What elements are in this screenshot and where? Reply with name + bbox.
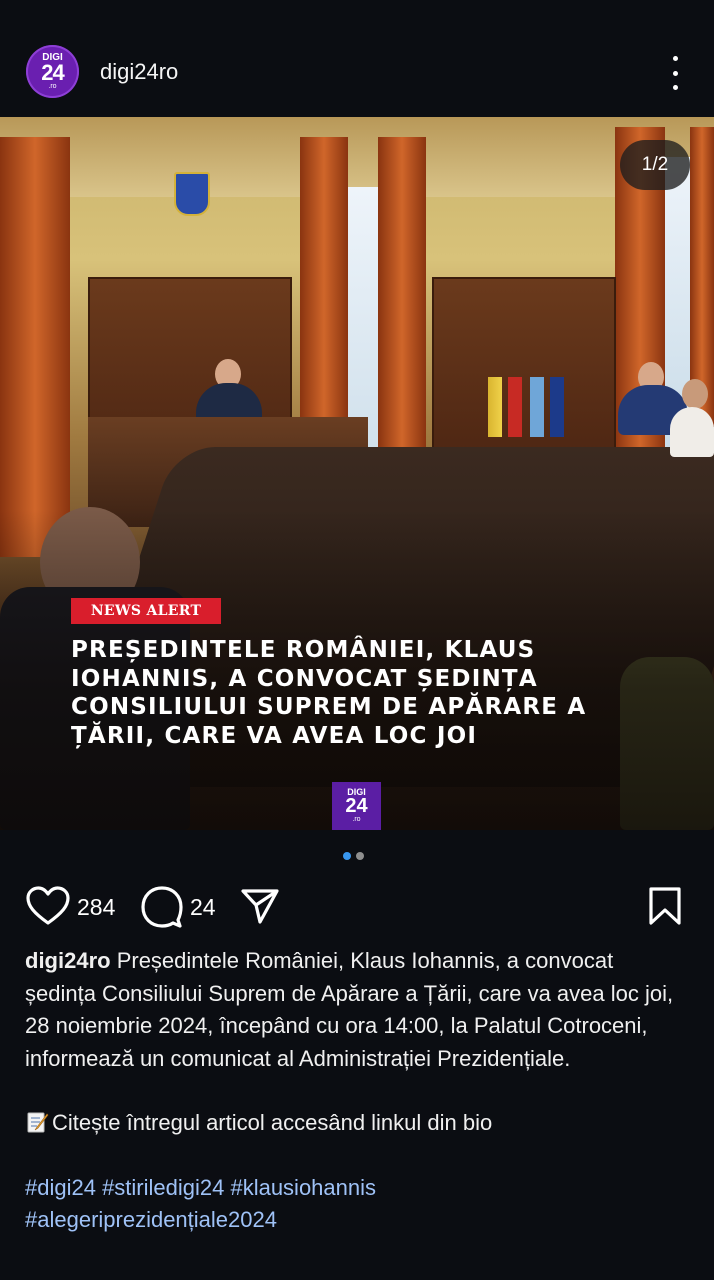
bookmark-icon[interactable] [648, 886, 682, 926]
post-actions: 284 24 [0, 880, 714, 932]
carousel-dot-inactive [356, 852, 364, 860]
hashtags-line-1[interactable]: #digi24 #stiriledigi24 #klausiohannis [25, 1172, 685, 1205]
news-alert-badge: NEWS ALERT [71, 598, 221, 624]
avatar-logo-ro: .ro [48, 82, 57, 90]
paper-plane-icon[interactable] [240, 886, 280, 926]
memo-icon [27, 1112, 49, 1133]
carousel-dot-active [343, 852, 351, 860]
like-count[interactable]: 284 [77, 894, 115, 921]
profile-avatar[interactable]: DIGI 24 .ro [26, 45, 79, 98]
speech-bubble-icon[interactable] [141, 886, 183, 928]
caption-cta-text: Citește întregul articol accesând linkul… [52, 1110, 493, 1135]
post-username[interactable]: digi24ro [100, 59, 178, 85]
caption-text: Președintele României, Klaus Iohannis, a… [25, 948, 674, 1071]
heart-icon[interactable] [26, 886, 70, 926]
caption-cta: Citește întregul articol accesând linkul… [25, 1107, 685, 1140]
image-headline: PREȘEDINTELE ROMÂNIEI, KLAUS IOHANNIS, A… [71, 637, 587, 749]
carousel-counter: 1/2 [620, 140, 690, 190]
hashtags-line-2[interactable]: #alegeriprezidențiale2024 [25, 1204, 685, 1237]
caption-body: digi24ro Președintele României, Klaus Io… [25, 945, 685, 1075]
caption-username[interactable]: digi24ro [25, 948, 111, 973]
caption-hashtags: #digi24 #stiriledigi24 #klausiohannis #a… [25, 1172, 685, 1237]
avatar-logo-24: 24 [41, 59, 65, 85]
watermark-ro: .ro [352, 816, 361, 823]
post-caption: digi24ro Președintele României, Klaus Io… [25, 945, 685, 1237]
vertical-ellipsis-icon[interactable] [663, 56, 687, 90]
watermark-24: 24 [345, 795, 368, 817]
digi24-watermark-logo: DIGI 24 .ro [332, 782, 381, 830]
comment-count[interactable]: 24 [190, 894, 216, 921]
post-header: DIGI 24 .ro digi24ro [0, 26, 714, 116]
carousel-indicator [343, 852, 364, 860]
